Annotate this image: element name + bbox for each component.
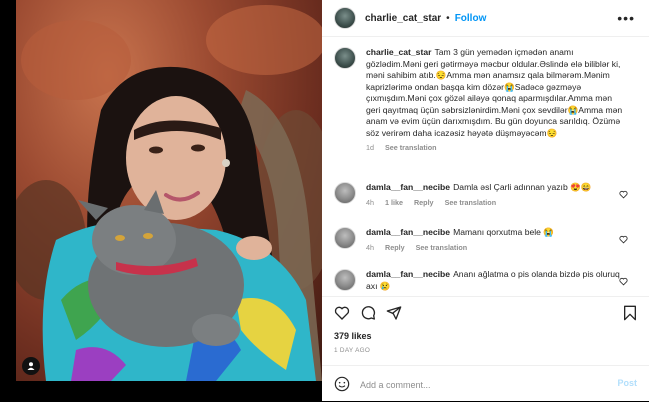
comment-time: 4h [366,197,374,207]
comment-time: 4h [366,242,374,252]
photo-illustration [16,5,322,381]
post-time: 1 DAY AGO [334,347,371,354]
like-comment-heart-icon[interactable] [619,277,628,286]
caption-avatar[interactable] [334,47,356,69]
likes-count[interactable]: 379 likes [334,331,372,341]
comment-body: damla__fan__necibe Damla əsl Çarli adınna… [366,182,628,208]
commenter-avatar[interactable] [334,182,356,204]
post-header: charlie_cat_star • Follow ••• [322,0,649,37]
modal-backdrop [0,0,16,401]
like-comment-heart-icon[interactable] [619,235,628,244]
post-photo[interactable] [16,0,322,381]
comment-text: Mamanı qorxutma bele 😭 [453,227,555,237]
emoji-icon[interactable] [334,376,350,392]
comment-meta: 4h 1 like Reply See translation [366,197,628,209]
reply-button[interactable]: Reply [414,198,434,207]
header-separator: • [446,12,450,24]
instagram-post-modal: charlie_cat_star • Follow ••• charlie_ca… [0,0,649,401]
reply-button[interactable]: Reply [385,243,405,252]
see-translation-button[interactable]: See translation [445,198,497,207]
commenter-username[interactable]: damla__fan__necibe [366,269,450,279]
photo-bottom-bar [16,381,322,401]
comment-meta: 4h Reply See translation [366,242,628,254]
comment-likes[interactable]: 1 like [385,198,403,207]
comment-input[interactable] [358,376,582,394]
like-heart-icon[interactable] [334,305,350,321]
see-translation-button[interactable]: See translation [416,243,468,252]
tagged-user-button[interactable] [22,357,40,375]
caption-see-translation[interactable]: See translation [385,143,437,152]
comment-body: damla__fan__necibe Ananı ağlatma o pis ol… [366,269,628,292]
commenter-username[interactable]: damla__fan__necibe [366,182,450,192]
save-bookmark-icon[interactable] [623,305,637,321]
person-icon [27,362,35,370]
comment-icon[interactable] [360,305,376,321]
commenter-username[interactable]: damla__fan__necibe [366,227,450,237]
action-bar [322,296,649,327]
author-avatar[interactable] [334,7,356,29]
caption-username[interactable]: charlie_cat_star [366,47,431,57]
caption-time: 1d [366,143,374,152]
caption-body: charlie_cat_star Tam 3 gün yemədən içmədə… [366,47,628,154]
caption-meta: 1d See translation [366,142,628,154]
comments-list[interactable]: charlie_cat_star Tam 3 gün yemədən içmədə… [322,37,649,295]
follow-button[interactable]: Follow [455,13,487,24]
share-icon[interactable] [386,305,402,321]
commenter-avatar[interactable] [334,227,356,249]
more-options-icon[interactable]: ••• [617,10,635,26]
comment-text: Damla əsl Çarli adınnan yazıb 😍😄 [453,182,592,192]
comment-body: damla__fan__necibe Mamanı qorxutma bele 😭… [366,227,628,253]
author-username[interactable]: charlie_cat_star [365,13,441,24]
post-side-panel: charlie_cat_star • Follow ••• charlie_ca… [322,0,649,401]
caption-text: Tam 3 gün yemədən içmədən anamı gözlədim… [366,47,623,138]
add-comment-bar: Post [322,365,649,402]
commenter-avatar[interactable] [334,269,356,291]
like-comment-heart-icon[interactable] [619,190,628,199]
post-comment-button[interactable]: Post [617,378,637,388]
